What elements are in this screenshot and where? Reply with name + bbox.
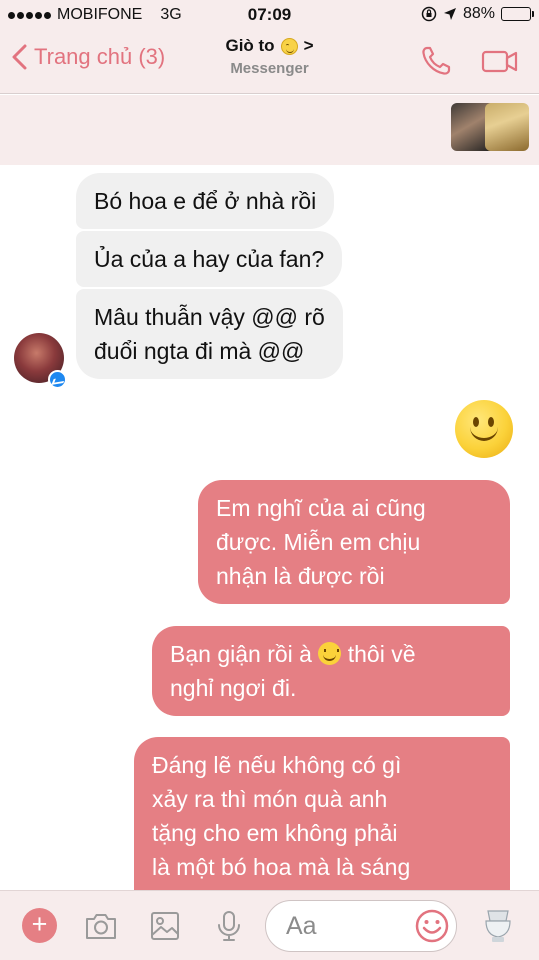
participant-avatar[interactable]	[485, 103, 529, 151]
battery-icon	[501, 7, 534, 21]
status-right: 88%	[421, 5, 534, 23]
camera-icon[interactable]	[84, 909, 118, 943]
incoming-message[interactable]: Bó hoa e để ở nhà rồi	[76, 173, 335, 229]
incoming-message[interactable]: Ủa của a hay của fan?	[76, 231, 343, 287]
plus-icon[interactable]: +	[22, 908, 57, 943]
rotation-lock-icon	[421, 6, 437, 22]
video-camera-icon[interactable]	[481, 44, 519, 78]
messenger-badge-icon	[48, 370, 67, 389]
emoji-icon[interactable]	[414, 908, 450, 944]
message-text: Bạn giận rồi à	[170, 641, 312, 667]
microphone-icon[interactable]	[212, 909, 246, 943]
message-input-placeholder: Aa	[286, 912, 317, 940]
location-arrow-icon	[443, 8, 456, 20]
contact-name-row: Giò to >	[225, 36, 313, 56]
message-text: tặng cho em không phải	[152, 820, 398, 846]
chevron-right-icon: >	[303, 36, 314, 55]
message-text: là một bó hoa mà là sáng	[152, 854, 411, 880]
contact-name: Giò to	[225, 36, 275, 55]
outgoing-message[interactable]: Bạn giận rồi à thôi về nghỉ ngơi đi.	[152, 626, 510, 716]
outgoing-message[interactable]: Em nghĩ của ai cũng được. Miễn em chịu n…	[198, 480, 510, 604]
header-actions	[419, 44, 519, 78]
status-bar: MOBIFONE 3G 07:09 88%	[0, 0, 539, 30]
message-text: được. Miễn em chịu	[216, 529, 421, 555]
conversation-header: Trang chủ (3) Giò to > Messenger	[0, 30, 539, 94]
smiley-eye	[473, 417, 479, 427]
message-text: xảy ra thì món quà anh	[152, 786, 388, 812]
outgoing-message[interactable]: Đáng lẽ nếu không có gì xảy ra thì món q…	[134, 737, 510, 890]
smiley-emoji[interactable]	[455, 400, 513, 458]
message-text: nghỉ ngơi đi.	[170, 675, 297, 701]
image-icon[interactable]	[148, 909, 182, 943]
phone-icon[interactable]	[419, 44, 453, 78]
battery-percent: 88%	[462, 5, 495, 22]
smiley-eye	[488, 417, 494, 427]
sticker-icon[interactable]	[480, 905, 516, 945]
message-list[interactable]: Bó hoa e để ở nhà rồi Ủa của a hay của f…	[0, 165, 539, 890]
message-text: đuổi ngta đi mà @@	[94, 338, 305, 364]
message-line: Bạn giận rồi à thôi về	[170, 637, 492, 671]
smile-emoji-icon	[318, 642, 342, 665]
message-input[interactable]: Aa	[265, 900, 457, 952]
participants-strip	[0, 95, 539, 165]
smile-emoji-icon	[280, 37, 298, 55]
smiley-mouth	[470, 427, 498, 441]
message-text: Bó hoa e để ở nhà rồi	[94, 188, 317, 214]
incoming-message[interactable]: Mâu thuẫn vậy @@ rõ đuổi ngta đi mà @@	[76, 289, 343, 379]
message-text: nhận là được rồi	[216, 563, 385, 589]
message-text: Ủa của a hay của fan?	[94, 246, 325, 272]
message-text: Em nghĩ của ai cũng	[216, 495, 426, 521]
message-composer: + Aa	[0, 890, 539, 960]
message-text: Mâu thuẫn vậy @@ rõ	[94, 304, 325, 330]
message-text: thôi về	[347, 641, 416, 667]
message-text: Đáng lẽ nếu không có gì	[152, 752, 402, 778]
